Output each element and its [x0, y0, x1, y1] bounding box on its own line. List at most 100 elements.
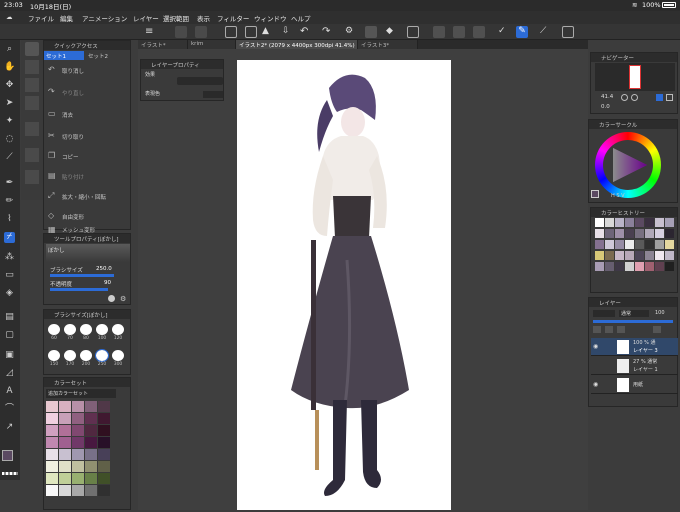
- menu-filter[interactable]: フィルター: [217, 13, 249, 23]
- airbrush-icon[interactable]: ⁂: [4, 252, 15, 263]
- menu-animation[interactable]: アニメーション: [82, 13, 127, 23]
- qa-clear[interactable]: ▭ 消去: [44, 105, 130, 125]
- history-swatch[interactable]: [645, 251, 654, 260]
- brush-size-preset[interactable]: [95, 349, 109, 362]
- invert-selection-icon[interactable]: [453, 26, 465, 38]
- color-set-swatch[interactable]: [59, 437, 71, 448]
- settings-icon[interactable]: ⚙: [345, 26, 357, 38]
- layer-move-icon[interactable]: [175, 26, 187, 38]
- color-set-swatch[interactable]: [85, 461, 97, 472]
- figure-icon[interactable]: ▢: [4, 330, 15, 341]
- opacity-slider[interactable]: [50, 288, 108, 291]
- history-swatch[interactable]: [665, 262, 674, 271]
- frame-icon[interactable]: ▣: [4, 350, 15, 361]
- history-swatch[interactable]: [665, 251, 674, 260]
- color-set-swatch[interactable]: [72, 449, 84, 460]
- pen-pressure-icon[interactable]: ✎: [516, 26, 528, 38]
- subtool-copy-stamp-icon[interactable]: [25, 96, 39, 110]
- qa-undo[interactable]: ↶ 取り消し: [44, 61, 130, 81]
- color-set-swatch[interactable]: [46, 401, 58, 412]
- pencil-icon[interactable]: ✏: [4, 196, 15, 207]
- menu-file[interactable]: ファイル: [28, 13, 54, 23]
- snap-icon[interactable]: [562, 26, 574, 38]
- menu-icon[interactable]: ≡: [145, 26, 157, 38]
- crop-icon[interactable]: [473, 26, 485, 38]
- color-set-swatch[interactable]: [46, 473, 58, 484]
- open-file-icon[interactable]: [245, 26, 257, 38]
- color-mode-select[interactable]: [203, 91, 223, 98]
- history-swatch[interactable]: [645, 218, 654, 227]
- brush-size-preset[interactable]: [96, 324, 108, 335]
- wrench-icon[interactable]: ⚙: [120, 295, 128, 303]
- menu-selection[interactable]: 選択範囲: [163, 13, 189, 23]
- eyedropper-icon[interactable]: ⟋: [4, 152, 15, 163]
- zoom-icon[interactable]: ⌕: [4, 44, 15, 55]
- brush-size-preset[interactable]: [64, 324, 76, 335]
- brush-icon[interactable]: ⌇: [4, 214, 15, 225]
- history-swatch[interactable]: [645, 229, 654, 238]
- color-set-swatch[interactable]: [85, 449, 97, 460]
- layer-row[interactable]: ◉ 用紙: [591, 376, 678, 394]
- subtool-group-icon[interactable]: [25, 42, 39, 56]
- blend-tool-icon[interactable]: ⌿: [4, 232, 15, 243]
- tab-illust3[interactable]: イラスト3*: [358, 40, 418, 49]
- delete-layer-icon[interactable]: [653, 326, 661, 333]
- color-set-swatch[interactable]: [85, 437, 97, 448]
- history-swatch[interactable]: [665, 229, 674, 238]
- subtool-finger-icon[interactable]: [25, 170, 39, 184]
- color-set-swatch[interactable]: [72, 425, 84, 436]
- menu-help[interactable]: ヘルプ: [291, 13, 311, 23]
- brush-size-preset[interactable]: [80, 350, 92, 361]
- zoom-in-icon[interactable]: [631, 94, 638, 101]
- brush-size-preset[interactable]: [64, 350, 76, 361]
- color-set-swatch[interactable]: [46, 425, 58, 436]
- balloon-icon[interactable]: ⌒: [4, 404, 15, 415]
- history-swatch[interactable]: [645, 262, 654, 271]
- menu-window[interactable]: ウィンドウ: [254, 13, 287, 23]
- fit-icon[interactable]: [656, 94, 663, 101]
- color-set-swatch[interactable]: [98, 413, 110, 424]
- history-swatch[interactable]: [625, 262, 634, 271]
- history-swatch[interactable]: [665, 240, 674, 249]
- text-icon[interactable]: A: [4, 386, 15, 397]
- history-swatch[interactable]: [595, 251, 604, 260]
- undo-icon[interactable]: ↶: [300, 26, 312, 38]
- color-set-swatch[interactable]: [59, 473, 71, 484]
- qa-cut[interactable]: ✂ 切り取り: [44, 127, 130, 147]
- menu-edit[interactable]: 編集: [60, 13, 73, 23]
- history-swatch[interactable]: [655, 251, 664, 260]
- history-swatch[interactable]: [605, 240, 614, 249]
- history-swatch[interactable]: [615, 218, 624, 227]
- brush-size-preset[interactable]: [48, 324, 60, 335]
- app-logo-icon[interactable]: ☁: [6, 13, 16, 21]
- history-swatch[interactable]: [595, 229, 604, 238]
- history-swatch[interactable]: [655, 229, 664, 238]
- layer-row[interactable]: 27 % 通常 レイヤー 1: [591, 357, 678, 375]
- history-swatch[interactable]: [595, 218, 604, 227]
- saturation-triangle[interactable]: [609, 144, 649, 186]
- correct-line-icon[interactable]: ↗: [4, 422, 15, 433]
- color-set-swatch[interactable]: [85, 413, 97, 424]
- color-set-swatch[interactable]: [72, 461, 84, 472]
- subtool-paint-icon[interactable]: [25, 148, 39, 162]
- color-set-swatch[interactable]: [59, 425, 71, 436]
- layer-row[interactable]: ◉ 100 % 通 レイヤー 3: [591, 338, 678, 356]
- history-swatch[interactable]: [655, 218, 664, 227]
- brush-size-preset[interactable]: [112, 324, 124, 335]
- history-swatch[interactable]: [655, 240, 664, 249]
- subtool-blur-icon[interactable]: [25, 60, 39, 74]
- operation-icon[interactable]: ➤: [4, 98, 15, 109]
- actual-size-icon[interactable]: [666, 94, 673, 101]
- color-set-swatch[interactable]: [46, 437, 58, 448]
- zoom-out-icon[interactable]: [621, 94, 628, 101]
- history-swatch[interactable]: [635, 251, 644, 260]
- layer-mode-icon[interactable]: [593, 310, 615, 317]
- save-icon[interactable]: ▲: [262, 26, 274, 38]
- check-icon[interactable]: ✓: [498, 26, 510, 38]
- color-set-swatch[interactable]: [59, 461, 71, 472]
- history-swatch[interactable]: [655, 262, 664, 271]
- color-set-swatch[interactable]: [98, 461, 110, 472]
- color-set-swatch[interactable]: [46, 449, 58, 460]
- color-set-swatch[interactable]: [59, 413, 71, 424]
- lasso-icon[interactable]: ◌: [4, 134, 15, 145]
